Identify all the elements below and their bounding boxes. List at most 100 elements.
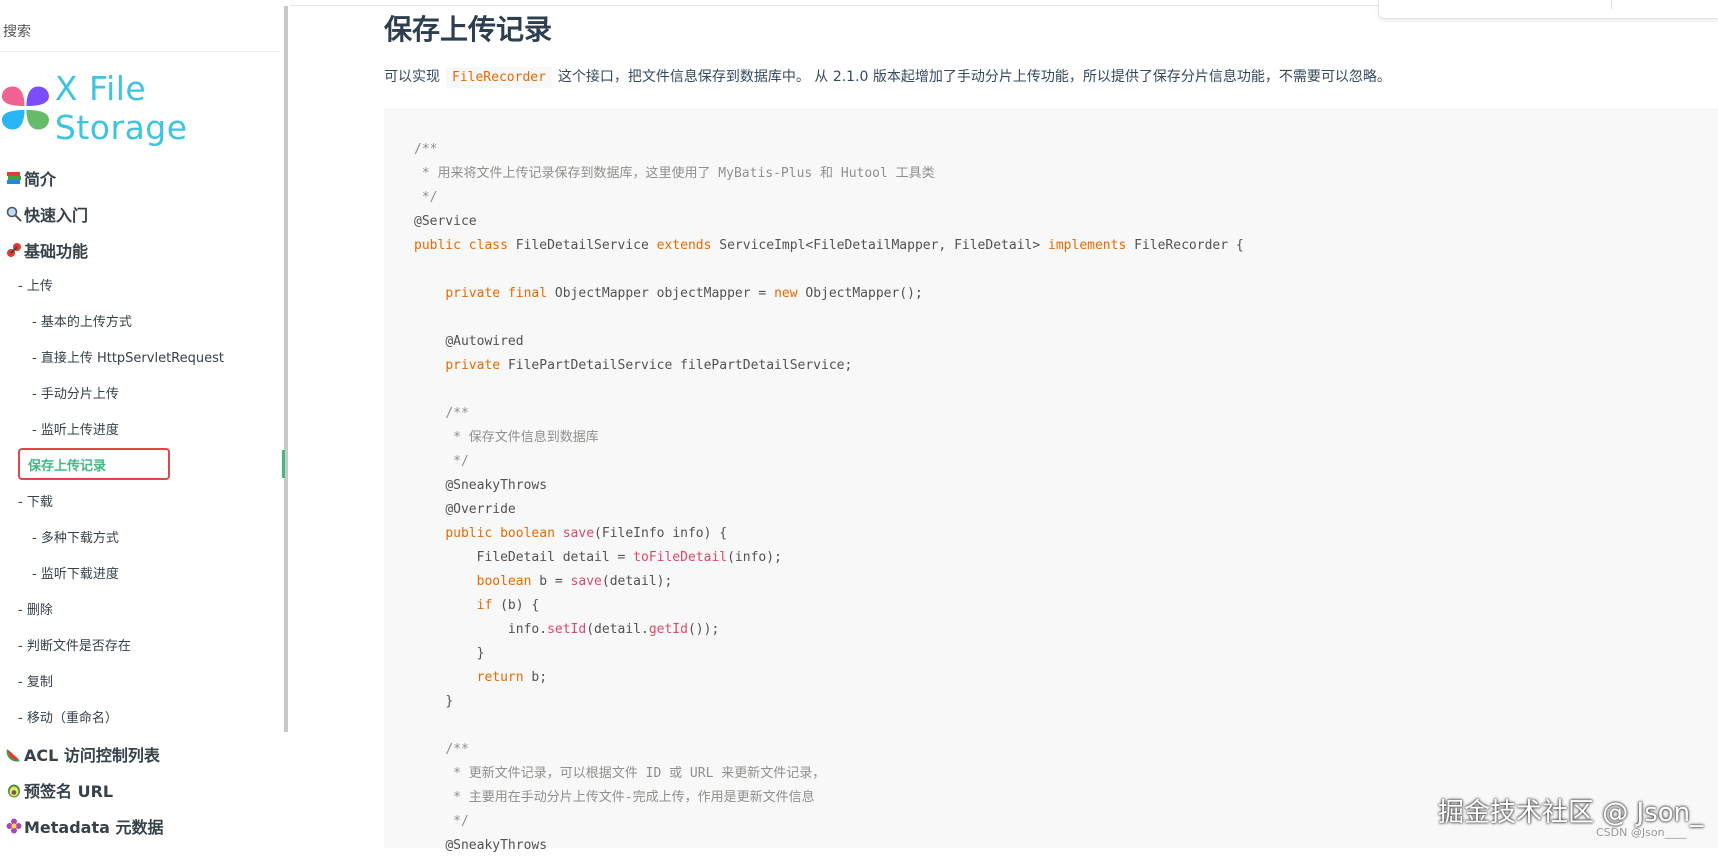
sidebar-item-copy[interactable]: - 复制 [18,671,53,690]
sidebar-item-intro[interactable]: 简介 [0,166,56,190]
books-icon [5,169,23,187]
code-annotation: @Service [414,214,477,229]
code-function: setId [547,622,587,637]
code-text: b; [531,670,548,685]
sidebar-item-label: 简介 [24,170,57,189]
sidebar-item-quickstart[interactable]: 快速入门 [0,202,88,226]
code-text: (FileInfo info) { [594,526,728,541]
intro-prefix: 可以实现 [384,69,440,85]
code-content: /** * 用来将文件上传记录保存到数据库，这里使用了 MyBatis-Plus… [414,138,1244,858]
sidebar-item-download-progress[interactable]: - 监听下载进度 [32,563,119,582]
code-text: FileDetailService [515,238,649,253]
sidebar-item-upload-direct[interactable]: - 直接上传 HttpServletRequest [32,347,224,366]
code-text: (detail); [601,574,673,589]
code-text: FileRecorder { [1134,238,1244,253]
avocado-icon [5,781,23,799]
code-annotation: @SneakyThrows [445,478,548,493]
sidebar-item-metadata[interactable]: Metadata 元数据 [0,814,164,838]
top-divider [290,5,1380,6]
active-indicator [282,450,285,478]
sidebar-item-upload[interactable]: - 上传 [18,275,53,294]
dna-icon [5,241,23,259]
code-text: (info); [727,550,782,565]
sidebar-item-label: 快速入门 [24,206,89,225]
code-text: (detail. [586,622,649,637]
sidebar-item-label: Metadata 元数据 [24,818,164,837]
code-function: getId [648,622,688,637]
code-keyword: final [507,286,548,301]
sidebar-item-download[interactable]: - 下载 [18,491,53,510]
sidebar-item-label: 预签名 URL [24,782,114,801]
code-annotation: @SneakyThrows [445,838,548,853]
code-keyword: return [476,670,524,685]
code-text: } [445,694,454,709]
code-text: ()); [687,622,720,637]
code-annotation: @Override [445,502,516,517]
csdn-watermark: CSDN @Json____ [1596,826,1687,839]
code-function: save [562,526,595,541]
code-comment: * 更新文件记录，可以根据文件 ID 或 URL 来更新文件记录， [445,766,826,781]
sidebar-item-upload-multipart[interactable]: - 手动分片上传 [32,383,119,402]
code-text: ServiceImpl<FileDetailMapper, FileDetail… [719,238,1041,253]
code-keyword: public [445,526,493,541]
code-comment: */ [445,814,469,829]
code-comment: /** [414,142,438,157]
code-keyword: if [476,598,493,613]
code-comment: /** [445,742,469,757]
code-text: FileDetail detail = [476,550,626,565]
sidebar-scrollbar[interactable] [284,6,288,732]
code-keyword: new [774,286,798,301]
code-text: } [476,646,485,661]
code-comment: /** [445,406,469,421]
sidebar-item-move[interactable]: - 移动（重命名） [18,707,118,726]
code-text: b = [539,574,563,589]
code-text: ObjectMapper(); [805,286,923,301]
inline-code: FileRecorder [446,67,552,88]
magnifier-icon [5,205,23,223]
clover-logo-icon [1,86,49,130]
sidebar-item-label: ACL 访问控制列表 [24,746,160,765]
code-annotation: @Autowired [445,334,524,349]
sidebar-item-label: 基础功能 [24,242,89,261]
sidebar-item-upload-progress[interactable]: - 监听上传进度 [32,419,119,438]
sidebar-item-download-multi[interactable]: - 多种下载方式 [32,527,119,546]
code-comment: * 保存文件信息到数据库 [445,430,599,445]
intro-paragraph: 可以实现 FileRecorder 这个接口，把文件信息保存到数据库中。 从 2.1… [384,66,1391,88]
top-popup [1378,0,1718,19]
code-keyword: implements [1048,238,1127,253]
logo[interactable]: X File Storage [0,69,285,147]
search-box [0,12,280,52]
code-keyword: extends [656,238,712,253]
popup-separator [1611,0,1612,9]
sidebar-item-upload-basic[interactable]: - 基本的上传方式 [32,311,132,330]
code-comment: */ [445,454,469,469]
code-keyword: private [445,358,501,373]
code-text: (b) { [500,598,540,613]
watermelon-icon [5,745,23,763]
code-text: ObjectMapper objectMapper = [554,286,767,301]
code-function: save [570,574,602,589]
code-function: toFileDetail [633,550,728,565]
search-input[interactable] [3,24,263,40]
page-title: 保存上传记录 [384,13,553,46]
highlight-box [18,448,170,480]
sidebar-item-delete[interactable]: - 删除 [18,599,53,618]
code-keyword: class [468,238,508,253]
flower-icon [5,817,23,835]
sidebar: X File Storage 简介 快速入门 基础功能 - 上传 - 基本的上传… [0,0,285,848]
code-keyword: boolean [500,526,555,541]
logo-text: X File Storage [54,69,188,147]
sidebar-item-acl[interactable]: ACL 访问控制列表 [0,742,160,766]
code-comment: * 主要用在手动分片上传文件-完成上传，作用是更新文件信息 [445,790,815,805]
watermark: 掘金技术社区 @ Json_ [1438,798,1704,828]
code-text: info. [507,622,548,637]
intro-suffix: 这个接口，把文件信息保存到数据库中。 从 2.1.0 版本起增加了手动分片上传功… [557,69,1391,85]
sidebar-item-basic[interactable]: 基础功能 [0,238,88,262]
code-comment: * 用来将文件上传记录保存到数据库，这里使用了 MyBatis-Plus 和 H… [414,166,935,181]
code-text: FilePartDetailService filePartDetailServ… [507,358,853,373]
code-keyword: boolean [476,574,532,589]
sidebar-item-presigned[interactable]: 预签名 URL [0,778,113,802]
code-keyword: private [445,286,501,301]
code-comment: */ [414,190,438,205]
sidebar-item-exists[interactable]: - 判断文件是否存在 [18,635,131,654]
